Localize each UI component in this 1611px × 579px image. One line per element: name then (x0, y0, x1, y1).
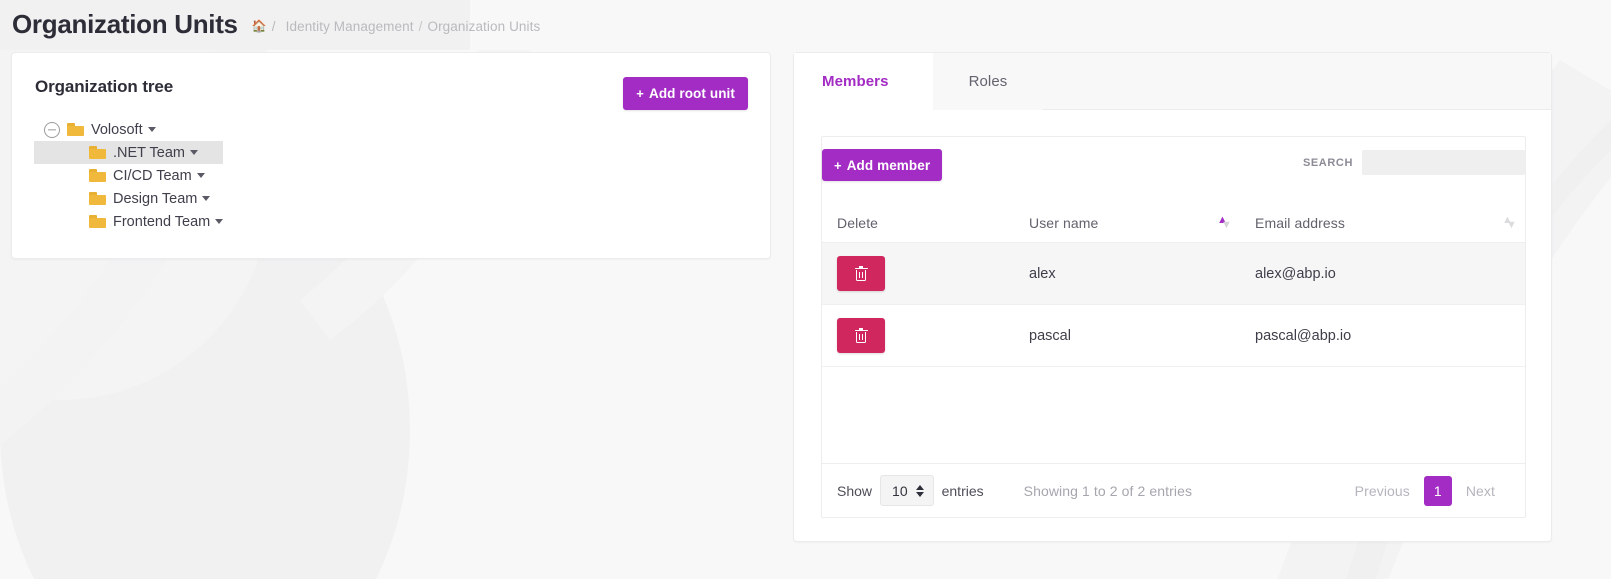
trash-icon (854, 266, 868, 281)
add-root-unit-button[interactable]: + Add root unit (623, 77, 748, 110)
breadcrumb: 🏠 / Identity Management / Organization U… (252, 15, 541, 34)
column-label: Email address (1255, 215, 1346, 231)
page-header: Organization Units 🏠 / Identity Manageme… (0, 0, 1611, 48)
page-title: Organization Units (12, 9, 238, 39)
tree-node-label: CI/CD Team (113, 167, 192, 184)
pagination-page-1[interactable]: 1 (1423, 475, 1452, 506)
members-table-footer: Show 10 entries Showing 1 to 2 of 2 entr… (822, 463, 1525, 517)
table-row[interactable]: alex alex@abp.io (822, 242, 1525, 305)
chevron-down-icon[interactable] (147, 127, 156, 132)
breadcrumb-separator-2: / (418, 18, 423, 34)
table-header-row: Delete User name ▲ ▼ Email address ▲ ▼ (822, 204, 1525, 243)
organization-detail-card: Members Roles + Add member SEARCH Delete… (793, 52, 1552, 542)
organization-tree-card: Organization tree + Add root unit Voloso… (11, 52, 917, 259)
tree-node-label: Design Team (113, 190, 198, 207)
pagination: Previous 1 Next (1341, 475, 1509, 506)
chevron-updown-icon (915, 484, 925, 498)
organization-tree-title: Organization tree (35, 77, 174, 96)
showing-entries-info: Showing 1 to 2 of 2 entries (1023, 482, 1193, 499)
plus-icon: + (834, 157, 842, 173)
breadcrumb-item-organization-units[interactable]: Organization Units (427, 19, 540, 34)
trash-icon (854, 328, 868, 343)
folder-icon (89, 146, 106, 159)
column-label: User name (1029, 215, 1099, 231)
members-table-head: Delete User name ▲ ▼ Email address ▲ ▼ (822, 204, 1525, 243)
collapse-minus-icon[interactable] (44, 121, 60, 138)
delete-member-button[interactable] (837, 256, 885, 291)
cell-email: pascal@abp.io (1240, 304, 1525, 367)
add-member-button[interactable]: + Add member (822, 149, 943, 181)
tab-members[interactable]: Members (794, 53, 933, 110)
show-label: Show (837, 482, 873, 499)
tree-node-frontend-team[interactable]: Frontend Team (34, 210, 224, 233)
pagination-previous[interactable]: Previous (1341, 476, 1424, 506)
entries-value: 10 (892, 482, 908, 499)
tree-node-dotnet-team[interactable]: .NET Team (11, 141, 917, 164)
chevron-down-icon[interactable] (196, 173, 205, 178)
organization-tree-header: Organization tree + Add root unit (12, 53, 770, 121)
cell-user-name: alex (1014, 242, 1240, 305)
tree-node-label: .NET Team (113, 144, 185, 161)
plus-icon: + (636, 86, 644, 101)
column-header-email-address[interactable]: Email address ▲ ▼ (1240, 204, 1525, 243)
tree-node-design-team[interactable]: Design Team (34, 187, 223, 210)
breadcrumb-item-identity-management[interactable]: Identity Management (286, 19, 414, 34)
show-entries-group: Show 10 entries (837, 475, 984, 506)
pagination-next[interactable]: Next (1452, 476, 1509, 506)
folder-icon (67, 123, 84, 136)
detail-tabs: Members Roles (794, 53, 1551, 110)
members-table-body: alex alex@abp.io pascal pascal@abp.io (822, 242, 1525, 367)
members-table: Delete User name ▲ ▼ Email address ▲ ▼ a… (822, 204, 1525, 367)
chevron-down-icon[interactable] (190, 150, 198, 155)
folder-icon (89, 192, 106, 205)
sort-ascending-icon[interactable]: ▲ ▼ (1217, 215, 1232, 231)
column-label: Delete (837, 215, 879, 231)
cell-delete (822, 242, 1014, 305)
folder-icon (89, 169, 106, 182)
chevron-down-icon[interactable] (215, 219, 224, 224)
chevron-down-icon[interactable] (202, 196, 211, 201)
entries-per-page-select[interactable]: 10 (880, 475, 934, 506)
search-group: SEARCH (1303, 150, 1525, 175)
column-header-user-name[interactable]: User name ▲ ▼ (1014, 204, 1240, 243)
add-member-label: Add member (846, 157, 931, 173)
cell-email: alex@abp.io (1240, 242, 1525, 305)
organization-tree: Volosoft .NET Team CI/CD Team Design Tea… (11, 118, 917, 233)
tree-node-volosoft[interactable]: Volosoft (34, 118, 223, 141)
sort-none-icon[interactable]: ▲ ▼ (1502, 215, 1517, 231)
tree-node-cicd-team[interactable]: CI/CD Team (34, 164, 223, 187)
search-label: SEARCH (1302, 156, 1353, 169)
search-input[interactable] (1362, 150, 1525, 175)
cell-user-name: pascal (1014, 304, 1240, 367)
entries-label: entries (941, 482, 984, 499)
delete-member-button[interactable] (837, 318, 885, 353)
breadcrumb-separator-1: / (271, 18, 276, 34)
table-row[interactable]: pascal pascal@abp.io (822, 304, 1525, 367)
members-table-panel: + Add member SEARCH Delete User name ▲ ▼… (821, 136, 1526, 518)
tree-node-label: Frontend Team (113, 213, 211, 230)
add-root-unit-label: Add root unit (648, 86, 735, 101)
tab-roles[interactable]: Roles (932, 53, 1044, 110)
members-table-toolbar: + Add member SEARCH (822, 137, 1525, 204)
folder-icon (89, 215, 106, 228)
tree-node-label: Volosoft (91, 121, 143, 138)
home-icon[interactable]: 🏠 (252, 19, 267, 33)
cell-delete (822, 304, 1014, 367)
page-root: Organization Units 🏠 / Identity Manageme… (0, 0, 1611, 579)
column-header-delete: Delete (822, 204, 1014, 243)
